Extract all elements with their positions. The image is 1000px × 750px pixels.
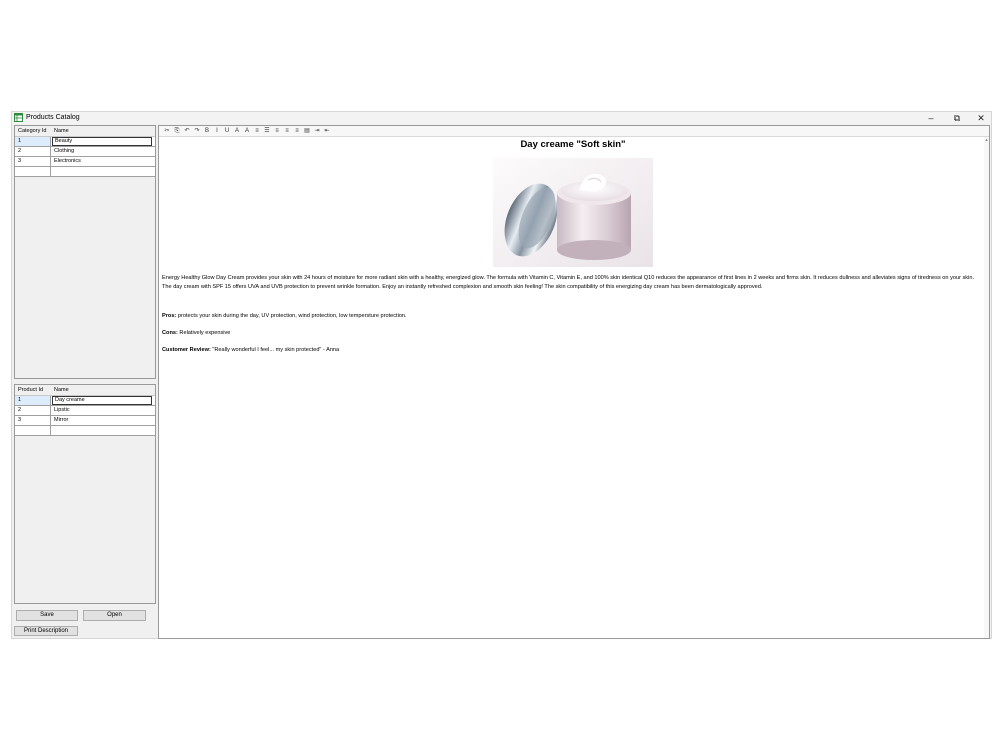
category-name-cell[interactable] [52, 167, 154, 176]
product-id-cell[interactable]: 2 [15, 406, 51, 415]
cut-icon[interactable]: ✂ [163, 127, 171, 135]
minimize-button[interactable]: – [922, 112, 940, 124]
align-left-icon[interactable]: ≡ [273, 127, 281, 135]
open-button[interactable]: Open [83, 610, 146, 621]
column-header-product-id[interactable]: Product Id [18, 386, 43, 394]
products-grid[interactable]: Product Id Name 1 Day creame 2 Lipstic 3… [14, 384, 156, 604]
title-bar[interactable]: Products Catalog – ⧉ ✕ [12, 112, 991, 124]
customer-review-text: "Really wonderful I feel... my skin prot… [210, 347, 340, 353]
products-grid-header: Product Id Name [15, 385, 155, 396]
bold-icon[interactable]: B [203, 127, 211, 135]
redo-icon[interactable]: ↷ [193, 127, 201, 135]
editor-content[interactable]: Day creame "Soft skin" Energy Healthy Gl… [159, 136, 989, 638]
customer-review-line: Customer Review: "Really wonderful I fee… [162, 346, 982, 355]
pros-text: protects your skin during the day, UV pr… [176, 313, 407, 319]
document-title: Day creame "Soft skin" [520, 139, 626, 150]
category-row[interactable]: 3 Electronics [15, 157, 155, 167]
column-header-name[interactable]: Name [54, 386, 69, 394]
numbered-list-icon[interactable]: ≡ [253, 127, 261, 135]
product-image [493, 158, 653, 267]
align-right-icon[interactable]: ≡ [293, 127, 301, 135]
undo-icon[interactable]: ↶ [183, 127, 191, 135]
category-row[interactable]: 1 Beauty [15, 137, 155, 147]
column-header-name[interactable]: Name [54, 127, 69, 135]
product-row[interactable]: 1 Day creame [15, 396, 155, 406]
pros-label: Pros: [162, 313, 177, 319]
align-center-icon[interactable]: ≡ [283, 127, 291, 135]
categories-grid[interactable]: Category Id Name 1 Beauty 2 Clothing 3 E… [14, 125, 156, 379]
product-name-cell[interactable]: Mirror [52, 416, 154, 425]
product-name-cell[interactable] [52, 426, 154, 435]
column-header-category-id[interactable]: Category Id [18, 127, 46, 135]
category-name-cell[interactable]: Beauty [52, 137, 152, 146]
app-table-icon [14, 113, 23, 122]
font-grow-icon[interactable]: A [233, 127, 241, 135]
underline-icon[interactable]: U [223, 127, 231, 135]
cons-label: Cons: [162, 330, 178, 336]
customer-review-label: Customer Review: [162, 347, 211, 353]
window-title: Products Catalog [26, 114, 80, 121]
description-editor[interactable]: ✂ ⎘ ↶ ↷ B I U A A ≡ ☰ ≡ ≡ ≡ ▤ ⇥ ⇤ Day creame "Soft skin" [158, 125, 990, 639]
print-description-button[interactable]: Print Description [14, 626, 78, 636]
product-description: Energy Healthy Glow Day Cream provides y… [162, 275, 975, 290]
bullet-list-icon[interactable]: ☰ [263, 127, 271, 135]
categories-grid-header: Category Id Name [15, 126, 155, 137]
indent-icon[interactable]: ⇥ [313, 127, 321, 135]
cons-text: Relatively expensive [177, 330, 231, 336]
product-name-cell[interactable]: Day creame [52, 396, 152, 405]
font-shrink-icon[interactable]: A [243, 127, 251, 135]
product-row[interactable]: 3 Mirror [15, 416, 155, 426]
product-id-cell[interactable]: 3 [15, 416, 51, 425]
product-new-row[interactable] [15, 426, 155, 436]
pros-line: Pros: protects your skin during the day,… [162, 312, 982, 321]
cons-line: Cons: Relatively expensive [162, 329, 982, 338]
category-name-cell[interactable]: Electronics [52, 157, 154, 166]
align-justify-icon[interactable]: ▤ [303, 127, 311, 135]
maximize-button[interactable]: ⧉ [948, 112, 966, 124]
category-name-cell[interactable]: Clothing [52, 147, 154, 156]
product-row[interactable]: 2 Lipstic [15, 406, 155, 416]
editor-scrollbar[interactable]: ▲ [984, 137, 989, 638]
product-name-cell[interactable]: Lipstic [52, 406, 154, 415]
product-id-cell[interactable]: 1 [15, 396, 51, 405]
outdent-icon[interactable]: ⇤ [323, 127, 331, 135]
formatting-toolbar: ✂ ⎘ ↶ ↷ B I U A A ≡ ☰ ≡ ≡ ≡ ▤ ⇥ ⇤ [159, 126, 989, 136]
product-id-cell[interactable] [15, 426, 51, 435]
category-row[interactable]: 2 Clothing [15, 147, 155, 157]
copy-icon[interactable]: ⎘ [173, 127, 181, 135]
category-id-cell[interactable] [15, 167, 51, 176]
category-id-cell[interactable]: 1 [15, 137, 51, 146]
italic-icon[interactable]: I [213, 127, 221, 135]
products-catalog-window: Products Catalog – ⧉ ✕ Category Id Name … [11, 111, 992, 639]
close-button[interactable]: ✕ [972, 112, 990, 124]
save-button[interactable]: Save [16, 610, 78, 621]
category-id-cell[interactable]: 3 [15, 157, 51, 166]
category-id-cell[interactable]: 2 [15, 147, 51, 156]
category-new-row[interactable] [15, 167, 155, 177]
scroll-up-arrow[interactable]: ▲ [984, 137, 989, 143]
